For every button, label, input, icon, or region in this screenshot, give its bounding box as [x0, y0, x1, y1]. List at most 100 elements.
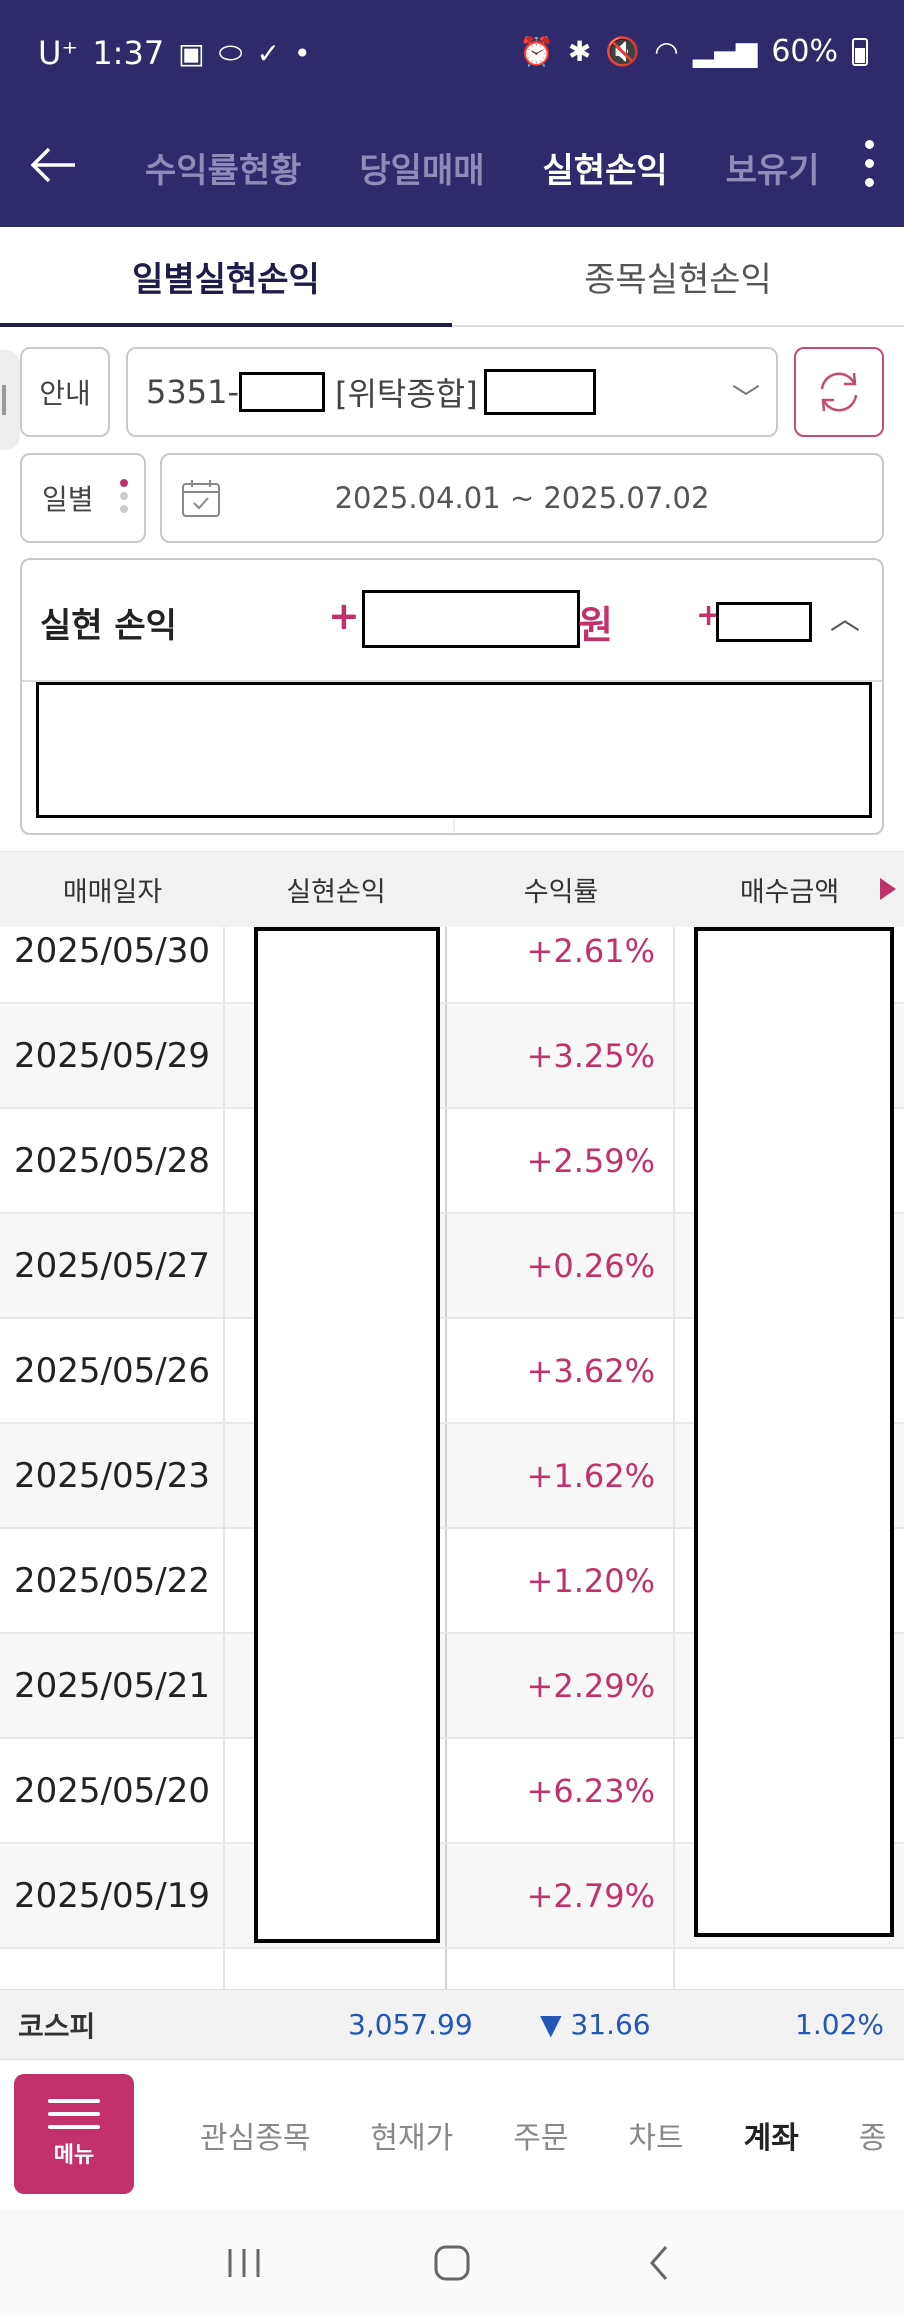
bottom-item-current-price[interactable]: 현재가 — [370, 2113, 453, 2157]
tab-day-trades[interactable]: 당일매매 — [359, 143, 484, 192]
row-date: 2025/05/27 — [0, 1214, 225, 1317]
row-return-rate: +1.62% — [447, 1424, 675, 1527]
calendar-icon — [182, 480, 220, 517]
row-date: 2025/05/21 — [0, 1634, 225, 1737]
row-return-rate: +6.23% — [447, 1739, 675, 1842]
sub-tabs: 일별실현손익 종목실현손익 — [0, 227, 904, 327]
refresh-button[interactable] — [794, 347, 884, 437]
row-return-rate: +0.26% — [447, 1214, 675, 1317]
tab-realized-pnl[interactable]: 실현손익 — [543, 143, 668, 192]
side-drawer-handle[interactable] — [0, 350, 20, 450]
row-return-rate: +3.25% — [447, 1004, 675, 1107]
bottom-item-chart[interactable]: 차트 — [628, 2113, 683, 2157]
row-date: 2025/05/29 — [0, 1004, 225, 1107]
index-name: 코스피 — [18, 2009, 96, 2043]
tab-return-status[interactable]: 수익률현황 — [145, 143, 301, 192]
more-menu-icon[interactable] — [854, 128, 884, 198]
bottom-item-account[interactable]: 계좌 — [744, 2113, 799, 2157]
index-change: ▼ 31.66 — [540, 2008, 651, 2041]
period-select[interactable]: 일별 — [20, 453, 146, 543]
header-trade-date[interactable]: 매매일자 — [0, 852, 225, 927]
home-icon[interactable] — [430, 2241, 474, 2285]
table-row[interactable] — [0, 1949, 904, 1989]
redacted-box — [362, 590, 580, 648]
date-range-text: 2025.04.01 ~ 2025.07.02 — [334, 481, 710, 515]
back-arrow-icon[interactable] — [22, 130, 82, 200]
tab-holdings[interactable]: 보유기 — [726, 143, 822, 192]
row-return-rate: +2.79% — [447, 1844, 675, 1947]
wifi-icon: ◠ — [654, 35, 679, 68]
tab-stock-realized[interactable]: 종목실현손익 — [452, 227, 904, 325]
header-buy-amount[interactable]: 매수금액 — [675, 852, 904, 927]
account-number-prefix: 5351- — [146, 373, 239, 411]
menu-label: 메뉴 — [53, 2143, 95, 2168]
menu-button[interactable]: 메뉴 — [14, 2074, 134, 2194]
status-bar: U⁺ 1:37 ▣ ⬭ ✓ • ⏰ ✱ 🔇 ◠ ▂▄▆ 60% — [0, 0, 904, 110]
row-date: 2025/05/22 — [0, 1529, 225, 1632]
system-nav-bar — [0, 2209, 904, 2316]
row-date: 2025/05/26 — [0, 1319, 225, 1422]
redacted-box — [238, 372, 325, 412]
row-return-rate: +3.62% — [447, 1319, 675, 1422]
row-return-rate: +2.61% — [447, 927, 675, 1002]
collapse-caret-icon[interactable]: ︿ — [830, 594, 860, 638]
row-buy-amount — [675, 1949, 904, 1989]
index-ticker[interactable]: 코스피 3,057.99 ▼ 31.66 1.02% — [0, 1989, 904, 2059]
row-date: 2025/05/30 — [0, 927, 225, 1002]
alarm-icon: ⏰ — [519, 35, 554, 68]
realized-pnl-summary: 실현 손익 + 원 + ︿ — [20, 558, 884, 835]
period-dots-icon — [120, 479, 128, 513]
refresh-icon — [820, 372, 858, 412]
gallery-icon: ▣ — [178, 36, 205, 70]
header-realized-pnl[interactable]: 실현손익 — [225, 852, 447, 927]
more-notifications-icon: • — [294, 36, 311, 70]
tab-daily-realized[interactable]: 일별실현손익 — [0, 227, 452, 327]
row-date: 2025/05/20 — [0, 1739, 225, 1842]
chevron-down-icon: ﹀ — [731, 382, 760, 415]
scroll-right-arrow-icon[interactable] — [880, 878, 896, 900]
redacted-box — [483, 369, 596, 415]
redacted-box — [36, 682, 872, 818]
bluetooth-icon: ✱ — [567, 35, 592, 68]
bottom-menu: 메뉴 관심종목 현재가 주문 차트 계좌 종 — [0, 2059, 904, 2209]
info-button[interactable]: 안내 — [20, 347, 110, 437]
row-return-rate: +2.59% — [447, 1109, 675, 1212]
row-date: 2025/05/28 — [0, 1109, 225, 1212]
signal-icon: ▂▄▆ — [692, 35, 758, 68]
row-realized-pnl — [225, 1949, 447, 1989]
top-nav: 수익률현황 당일매매 실현손익 보유기 — [0, 110, 904, 227]
header-return-rate[interactable]: 수익률 — [447, 852, 675, 927]
row-date — [0, 1949, 225, 1989]
notification-icon: ✓ — [256, 36, 281, 70]
carrier-label: U⁺ — [38, 34, 79, 72]
mute-icon: 🔇 — [605, 35, 641, 68]
battery-percent: 60% — [771, 34, 838, 69]
clock: 1:37 — [92, 34, 165, 72]
account-select[interactable]: 5351- [위탁종합] ﹀ — [126, 347, 778, 437]
table-header: 매매일자 실현손익 수익률 매수금액 — [0, 851, 904, 927]
summary-unit: 원 — [578, 603, 613, 647]
back-nav-icon[interactable] — [638, 2241, 682, 2285]
header-buy-amount-label: 매수금액 — [739, 877, 840, 908]
summary-label: 실현 손익 — [40, 606, 177, 646]
account-type: [위탁종합] — [334, 375, 478, 413]
pill-icon: ⬭ — [218, 36, 243, 69]
bottom-item-more[interactable]: 종 — [859, 2113, 893, 2157]
hamburger-icon — [48, 2099, 100, 2129]
redacted-box — [254, 927, 440, 1943]
period-label: 일별 — [42, 483, 94, 516]
date-range-field[interactable]: 2025.04.01 ~ 2025.07.02 — [160, 453, 884, 543]
battery-icon — [852, 37, 868, 66]
index-value: 3,057.99 — [348, 2008, 473, 2041]
row-return-rate: +1.20% — [447, 1529, 675, 1632]
redacted-box — [694, 927, 894, 1937]
index-percent: 1.02% — [795, 2008, 884, 2041]
summary-sign: + — [328, 594, 360, 638]
recent-apps-icon[interactable] — [222, 2243, 266, 2283]
app-header: U⁺ 1:37 ▣ ⬭ ✓ • ⏰ ✱ 🔇 ◠ ▂▄▆ 60% 수익률현황 당일… — [0, 0, 904, 227]
row-return-rate: +2.29% — [447, 1634, 675, 1737]
redacted-box — [716, 602, 812, 642]
bottom-item-order[interactable]: 주문 — [513, 2113, 568, 2157]
row-date: 2025/05/19 — [0, 1844, 225, 1947]
bottom-item-watchlist[interactable]: 관심종목 — [200, 2113, 310, 2157]
